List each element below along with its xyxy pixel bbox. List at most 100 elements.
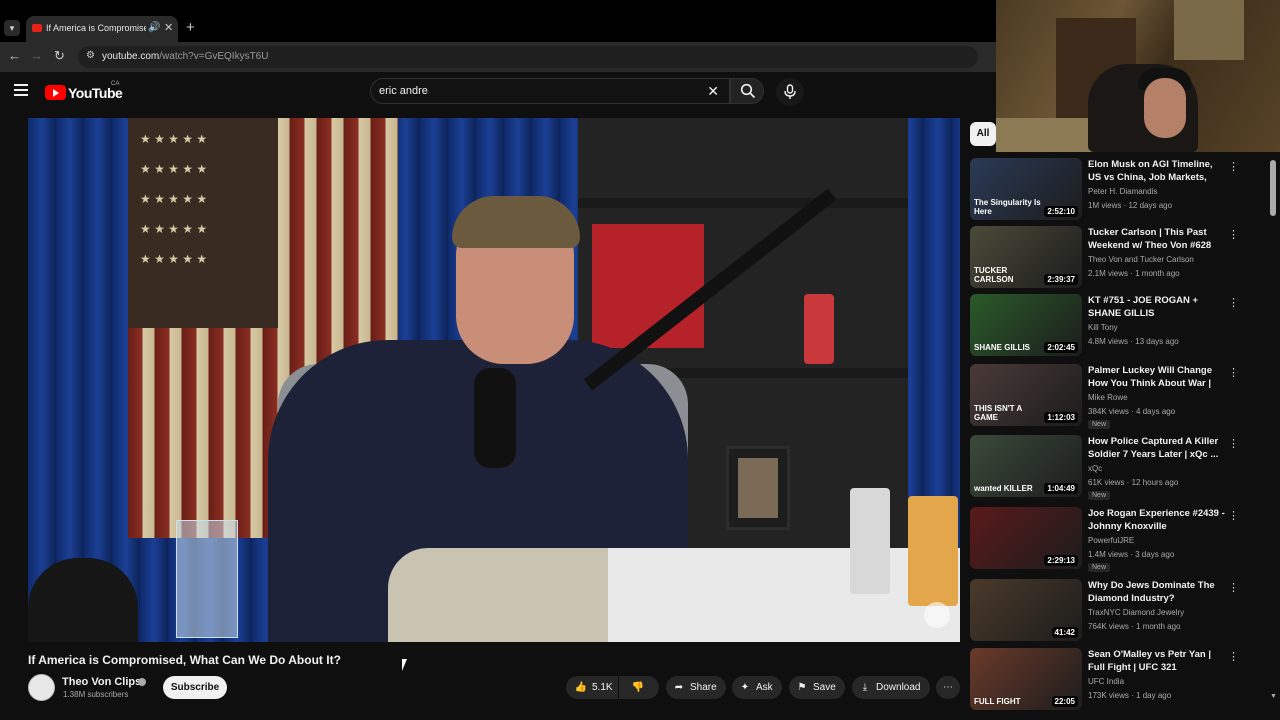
- video-flag-star: ★ ★ ★ ★ ★: [140, 132, 208, 146]
- site-info-icon[interactable]: ⚙: [86, 50, 95, 61]
- search-button[interactable]: [730, 78, 764, 104]
- search-input[interactable]: eric andre ✕: [370, 78, 730, 104]
- new-tab-button[interactable]: +: [186, 19, 195, 36]
- thumbnail-caption: FULL FIGHT: [974, 697, 1021, 706]
- thumbnail-caption: wanted KILLER: [974, 484, 1033, 493]
- recommended-title[interactable]: Tucker Carlson | This Past Weekend w/ Th…: [1088, 226, 1226, 252]
- more-vertical-icon[interactable]: ⋮: [1228, 650, 1239, 663]
- download-icon: ⤓: [862, 682, 868, 693]
- speaker-icon[interactable]: 🔊: [148, 22, 160, 33]
- recommended-thumbnail[interactable]: TUCKER CARLSON 2:39:37: [970, 226, 1082, 288]
- youtube-play-icon: [45, 85, 66, 100]
- url-text[interactable]: youtube.com/watch?v=GvEQIkysT6U: [102, 51, 268, 62]
- tab-search-icon[interactable]: ▾: [4, 20, 20, 36]
- recommended-thumbnail[interactable]: SHANE GILLIS 2:02:45: [970, 294, 1082, 356]
- thumbnail-caption: THIS ISN'T A GAME: [974, 404, 1022, 422]
- like-count: 5.1K: [592, 682, 613, 693]
- browser-tab[interactable]: If America is Compromised 🔊 ✕: [26, 16, 178, 42]
- like-button[interactable]: 👍 5.1K: [566, 676, 618, 699]
- subscribe-button[interactable]: Subscribe: [163, 676, 227, 699]
- clear-search-icon[interactable]: ✕: [707, 83, 719, 100]
- recommended-video[interactable]: THIS ISN'T A GAME 1:12:03 Palmer Luckey Wi…: [970, 364, 1239, 430]
- recommended-video[interactable]: 41:42 Why Do Jews Dominate The Diamond In…: [970, 579, 1239, 645]
- more-vertical-icon[interactable]: ⋮: [1228, 228, 1239, 241]
- recommended-channel[interactable]: Kill Tony: [1088, 323, 1118, 332]
- thumbnail-caption: TUCKER CARLSON: [974, 266, 1014, 284]
- recommended-title[interactable]: Elon Musk on AGI Timeline, US vs China, …: [1088, 158, 1226, 184]
- channel-watermark-icon[interactable]: [924, 602, 950, 628]
- recommended-title[interactable]: Joe Rogan Experience #2439 - Johnny Knox…: [1088, 507, 1226, 533]
- screen: ▾ If America is Compromised 🔊 ✕ + ← → ↻ …: [0, 0, 1280, 720]
- recommended-channel[interactable]: PowerfulJRE: [1088, 536, 1134, 545]
- forward-arrow-icon[interactable]: →: [30, 48, 43, 63]
- recommended-thumbnail[interactable]: The Singularity Is Here 2:52:10: [970, 158, 1082, 220]
- more-vertical-icon[interactable]: ⋮: [1228, 366, 1239, 379]
- dislike-button[interactable]: 👎: [619, 676, 659, 699]
- recommended-title[interactable]: Why Do Jews Dominate The Diamond Industr…: [1088, 579, 1226, 605]
- chip-all[interactable]: All: [970, 122, 996, 146]
- recommended-meta: 1.4M views · 3 days ago: [1088, 550, 1175, 559]
- recommended-channel[interactable]: TraxNYC Diamond Jewelry: [1088, 608, 1184, 617]
- recommended-video[interactable]: The Singularity Is Here 2:52:10 Elon Musk …: [970, 158, 1239, 224]
- video-duration: 2:29:13: [1044, 555, 1078, 566]
- back-arrow-icon[interactable]: ←: [8, 48, 21, 63]
- recommended-thumbnail[interactable]: 41:42: [970, 579, 1082, 641]
- save-button[interactable]: ⚑ Save: [789, 676, 845, 699]
- video-photo: [738, 458, 778, 518]
- share-button[interactable]: ➦ Share: [666, 676, 726, 699]
- video-shelf-board: [578, 198, 908, 208]
- video-can: [850, 488, 890, 594]
- video-player[interactable]: ★ ★ ★ ★ ★ ★ ★ ★ ★ ★ ★ ★ ★ ★ ★ ★ ★ ★ ★ ★ …: [28, 118, 960, 642]
- video-duration: 1:12:03: [1044, 412, 1078, 423]
- youtube-favicon-icon: [32, 24, 42, 32]
- search-query[interactable]: eric andre: [379, 85, 428, 97]
- recommended-thumbnail[interactable]: 2:29:13: [970, 507, 1082, 569]
- scrollbar-thumb[interactable]: [1270, 160, 1276, 216]
- more-vertical-icon[interactable]: ⋮: [1228, 581, 1239, 594]
- recommended-video[interactable]: SHANE GILLIS 2:02:45 KT #751 - JOE ROGAN +…: [970, 294, 1239, 360]
- recommended-channel[interactable]: UFC India: [1088, 677, 1124, 686]
- recommended-meta: 2.1M views · 1 month ago: [1088, 269, 1180, 278]
- recommended-title[interactable]: Palmer Luckey Will Change How You Think …: [1088, 364, 1226, 390]
- address-bar[interactable]: ⚙ youtube.com/watch?v=GvEQIkysT6U: [78, 46, 978, 68]
- more-actions-button[interactable]: ⋯: [936, 676, 960, 699]
- recommended-title[interactable]: Sean O'Malley vs Petr Yan | Full Fight |…: [1088, 648, 1226, 674]
- video-can: [908, 496, 958, 606]
- recommended-meta: 61K views · 12 hours ago: [1088, 478, 1179, 487]
- browser-tabstrip: ▾ If America is Compromised 🔊 ✕ +: [0, 0, 996, 42]
- more-vertical-icon[interactable]: ⋮: [1228, 509, 1239, 522]
- tab-title: If America is Compromised: [46, 23, 146, 33]
- recommended-video[interactable]: 2:29:13 Joe Rogan Experience #2439 - John…: [970, 507, 1239, 573]
- recommended-thumbnail[interactable]: THIS ISN'T A GAME 1:12:03: [970, 364, 1082, 426]
- recommended-channel[interactable]: xQc: [1088, 464, 1102, 473]
- recommended-video[interactable]: wanted KILLER 1:04:49 How Police Captured …: [970, 435, 1239, 501]
- scroll-down-arrow-icon[interactable]: ▼: [1270, 693, 1277, 700]
- more-vertical-icon[interactable]: ⋮: [1228, 296, 1239, 309]
- recommended-video[interactable]: TUCKER CARLSON 2:39:37 Tucker Carlson | Th…: [970, 226, 1239, 292]
- mouse-cursor-icon: [402, 659, 407, 671]
- more-vertical-icon[interactable]: ⋮: [1228, 160, 1239, 173]
- hamburger-menu-icon[interactable]: [14, 84, 28, 96]
- ask-button[interactable]: ✦ Ask: [732, 676, 782, 699]
- video-duration: 22:05: [1051, 696, 1078, 707]
- recommended-video[interactable]: FULL FIGHT 22:05 Sean O'Malley vs Petr Yan…: [970, 648, 1239, 714]
- ask-label: Ask: [756, 682, 773, 693]
- video-flag-star: ★ ★ ★ ★ ★: [140, 162, 208, 176]
- recommended-thumbnail[interactable]: wanted KILLER 1:04:49: [970, 435, 1082, 497]
- recommended-meta: 1M views · 12 days ago: [1088, 201, 1173, 210]
- recommended-channel[interactable]: Peter H. Diamandis: [1088, 187, 1157, 196]
- download-button[interactable]: ⤓ Download: [852, 676, 930, 699]
- video-duration: 2:02:45: [1044, 342, 1078, 353]
- voice-search-button[interactable]: [776, 78, 804, 106]
- channel-name[interactable]: Theo Von Clips: [62, 676, 141, 688]
- recommended-channel[interactable]: Mike Rowe: [1088, 393, 1128, 402]
- tab-close-icon[interactable]: ✕: [164, 21, 173, 34]
- video-microphone: [474, 368, 516, 468]
- reload-icon[interactable]: ↻: [54, 48, 65, 64]
- recommended-title[interactable]: How Police Captured A Killer Soldier 7 Y…: [1088, 435, 1226, 461]
- more-vertical-icon[interactable]: ⋮: [1228, 437, 1239, 450]
- channel-avatar[interactable]: [28, 674, 55, 701]
- recommended-channel[interactable]: Theo Von and Tucker Carlson: [1088, 255, 1194, 264]
- recommended-thumbnail[interactable]: FULL FIGHT 22:05: [970, 648, 1082, 710]
- recommended-title[interactable]: KT #751 - JOE ROGAN + SHANE GILLIS: [1088, 294, 1226, 320]
